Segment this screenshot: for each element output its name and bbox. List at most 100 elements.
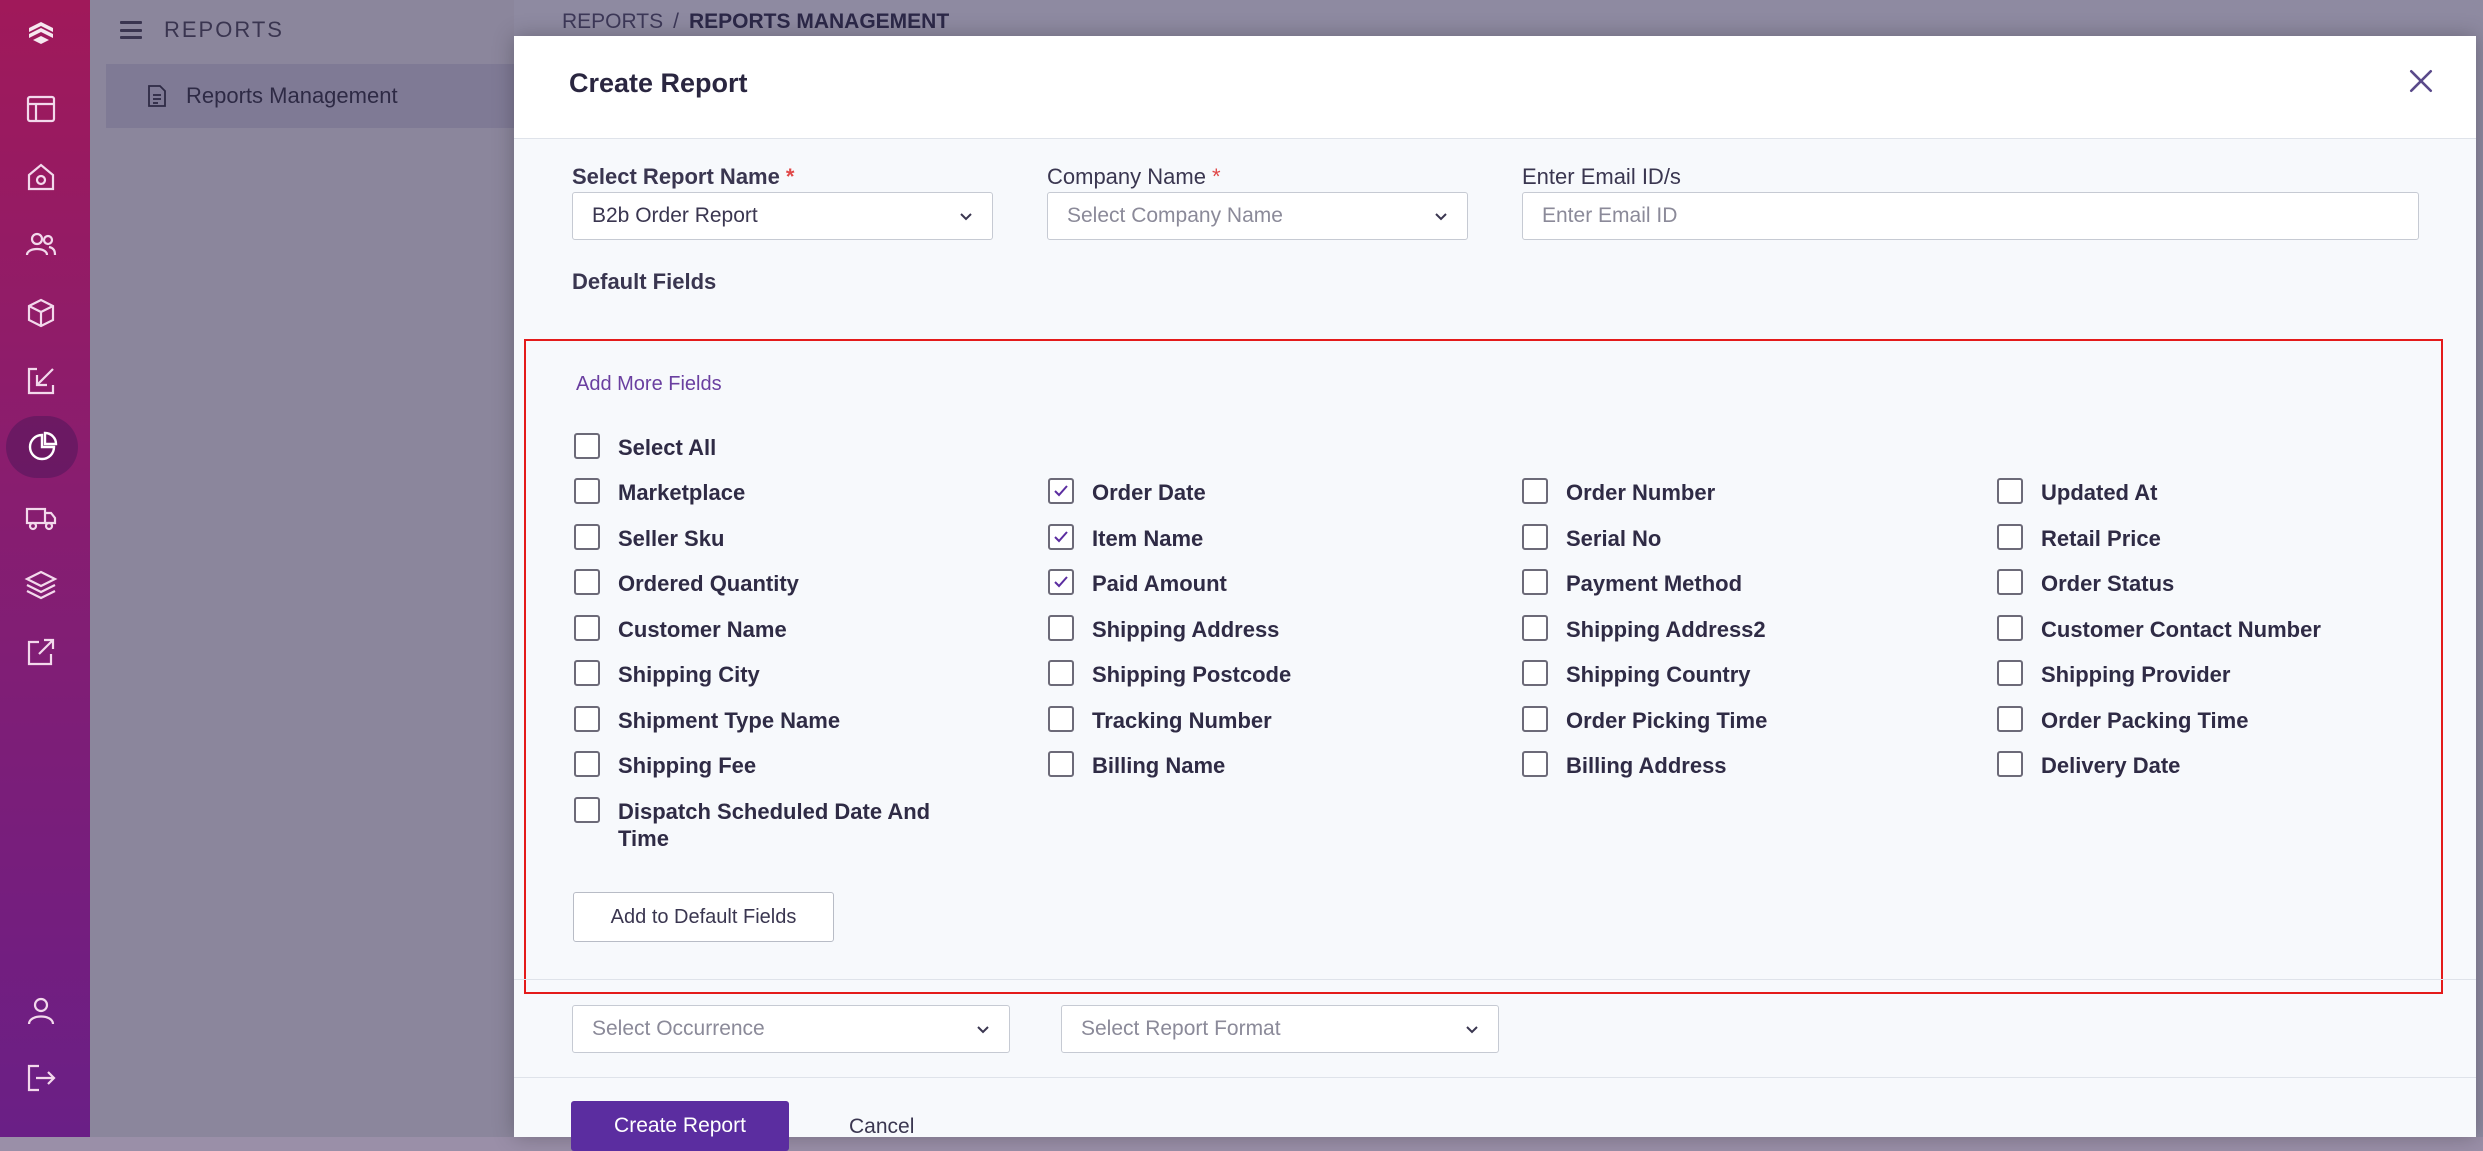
checkbox-box[interactable] (1522, 615, 1548, 641)
menu-icon[interactable] (120, 21, 142, 39)
field-checkbox[interactable]: Billing Address (1522, 751, 1906, 779)
report-format-placeholder: Select Report Format (1081, 1017, 1281, 1040)
field-checkbox[interactable]: Shipping Fee (574, 751, 958, 779)
checkbox-box[interactable] (1997, 706, 2023, 732)
field-checkbox[interactable]: Customer Name (574, 615, 958, 643)
reports-icon[interactable] (6, 416, 78, 478)
layers-icon[interactable] (20, 564, 62, 606)
field-checkbox[interactable]: Shipping Provider (1997, 660, 2381, 688)
field-checkbox[interactable]: Shipment Type Name (574, 706, 958, 734)
close-button[interactable] (2404, 64, 2438, 98)
field-checkbox[interactable]: Delivery Date (1997, 751, 2381, 779)
field-checkbox[interactable]: Shipping Country (1522, 660, 1906, 688)
checkbox-box[interactable] (1522, 478, 1548, 504)
add-to-default-fields-button[interactable]: Add to Default Fields (573, 892, 834, 942)
dashboard-icon[interactable] (20, 88, 62, 130)
field-checkbox[interactable]: Dispatch Scheduled Date And Time (574, 797, 958, 852)
company-name-select[interactable]: Select Company Name (1047, 192, 1468, 240)
breadcrumb: REPORTS / REPORTS MANAGEMENT (562, 10, 949, 34)
checkbox-box[interactable] (1048, 751, 1074, 777)
email-field[interactable]: Enter Email ID (1522, 192, 2419, 240)
export-icon[interactable] (20, 631, 62, 673)
checkbox-box[interactable] (574, 524, 600, 550)
checkbox-box[interactable] (574, 706, 600, 732)
inbound-icon[interactable] (20, 360, 62, 402)
checkbox-label: Order Picking Time (1566, 708, 1768, 733)
field-checkbox[interactable]: Order Number (1522, 478, 1906, 506)
checkbox-box[interactable] (1048, 660, 1074, 686)
field-checkbox[interactable]: Tracking Number (1048, 706, 1432, 734)
checkbox-box[interactable] (1522, 706, 1548, 732)
field-checkbox[interactable]: Shipping Address2 (1522, 615, 1906, 643)
breadcrumb-parent[interactable]: REPORTS (562, 10, 663, 33)
field-checkbox[interactable]: Updated At (1997, 478, 2381, 506)
field-checkbox[interactable]: Seller Sku (574, 524, 958, 552)
field-checkbox[interactable]: Marketplace (574, 478, 958, 506)
field-checkbox[interactable]: Ordered Quantity (574, 569, 958, 597)
profile-icon[interactable] (20, 990, 62, 1032)
checkbox-box[interactable] (1997, 569, 2023, 595)
checkbox-label: Shipping City (618, 662, 760, 687)
field-checkbox[interactable]: Order Date (1048, 478, 1432, 506)
home-icon[interactable] (20, 156, 62, 198)
field-checkbox[interactable]: Shipping Postcode (1048, 660, 1432, 688)
checkbox-box[interactable] (1522, 524, 1548, 550)
field-checkbox[interactable]: Billing Name (1048, 751, 1432, 779)
checkbox-box[interactable] (1997, 660, 2023, 686)
checkbox-box[interactable] (574, 433, 600, 459)
checkbox-box[interactable] (1048, 615, 1074, 641)
checkbox-label: Order Status (2041, 571, 2175, 596)
report-name-label: Select Report Name * (572, 164, 795, 189)
truck-icon[interactable] (20, 496, 62, 538)
checkbox-box[interactable] (574, 797, 600, 823)
checkbox-label: Payment Method (1566, 571, 1743, 596)
add-more-fields-link[interactable]: Add More Fields (576, 373, 722, 396)
checkbox-box[interactable] (1997, 478, 2023, 504)
checkbox-box[interactable] (574, 615, 600, 641)
field-checkbox[interactable]: Item Name (1048, 524, 1432, 552)
create-report-button[interactable]: Create Report (571, 1101, 789, 1151)
field-checkbox[interactable]: Payment Method (1522, 569, 1906, 597)
sidebar-item-reports-management[interactable]: Reports Management (106, 64, 514, 128)
checkbox-label: Order Date (1092, 480, 1206, 505)
field-checkbox[interactable]: Shipping Address (1048, 615, 1432, 643)
report-name-select[interactable]: B2b Order Report (572, 192, 993, 240)
field-checkbox[interactable]: Retail Price (1997, 524, 2381, 552)
create-report-modal: Create Report Select Report Name * B2b Or… (514, 36, 2476, 1151)
logout-icon[interactable] (20, 1057, 62, 1099)
document-icon (148, 85, 166, 107)
field-checkbox[interactable]: Shipping City (574, 660, 958, 688)
occurrence-select[interactable]: Select Occurrence (572, 1005, 1010, 1053)
field-checkbox[interactable]: Paid Amount (1048, 569, 1432, 597)
checkbox-box[interactable] (1997, 751, 2023, 777)
report-format-select[interactable]: Select Report Format (1061, 1005, 1499, 1053)
field-checkbox[interactable]: Serial No (1522, 524, 1906, 552)
checkbox-label: Ordered Quantity (618, 571, 799, 596)
select-all-checkbox[interactable]: Select All (574, 433, 958, 461)
checkbox-box[interactable] (574, 569, 600, 595)
field-checkbox[interactable]: Order Packing Time (1997, 706, 2381, 734)
logo-icon[interactable] (20, 11, 62, 53)
field-checkbox[interactable]: Order Status (1997, 569, 2381, 597)
checkbox-box[interactable] (1048, 478, 1074, 504)
checkbox-box[interactable] (574, 751, 600, 777)
checkbox-box[interactable] (1997, 524, 2023, 550)
box-icon[interactable] (20, 292, 62, 334)
chevron-down-icon (1435, 213, 1447, 221)
checkbox-box[interactable] (1048, 524, 1074, 550)
checkbox-box[interactable] (1048, 706, 1074, 732)
checkbox-box[interactable] (1997, 615, 2023, 641)
field-checkbox[interactable]: Order Picking Time (1522, 706, 1906, 734)
checkbox-box[interactable] (574, 478, 600, 504)
checkbox-label: Customer Name (618, 617, 787, 642)
checkbox-box[interactable] (1048, 569, 1074, 595)
check-icon (1054, 531, 1068, 543)
checkbox-box[interactable] (1522, 660, 1548, 686)
field-checkbox[interactable]: Customer Contact Number (1997, 615, 2381, 643)
checkbox-box[interactable] (574, 660, 600, 686)
checkbox-label: Seller Sku (618, 526, 725, 551)
users-icon[interactable] (20, 224, 62, 266)
checkbox-box[interactable] (1522, 751, 1548, 777)
cancel-button[interactable]: Cancel (849, 1115, 914, 1139)
checkbox-box[interactable] (1522, 569, 1548, 595)
